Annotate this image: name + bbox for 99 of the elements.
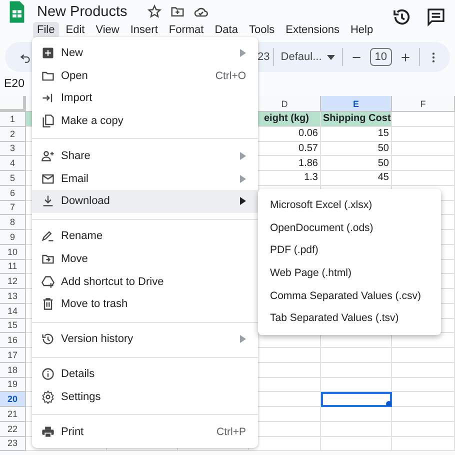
pencil-icon [41,229,55,244]
font-dropdown[interactable]: Defaul... [280,51,335,63]
table-cell[interactable]: Shipping Cost [321,112,392,127]
download-icon [41,194,55,208]
table-cell[interactable] [321,422,392,436]
history-icon [392,7,412,27]
table-cell[interactable] [321,348,392,363]
menu-item[interactable]: Download [32,190,258,213]
row-number[interactable]: 18 [0,362,26,378]
trash-icon [41,297,55,312]
table-cell[interactable]: 15 [321,126,392,142]
menu-item[interactable]: Help [346,22,378,39]
settings-icon [41,390,55,404]
document-title[interactable]: New Products [33,4,128,20]
menu-item[interactable]: Print Ctrl+P [32,420,258,444]
table-cell[interactable] [392,348,455,363]
row-number[interactable]: 14 [0,304,26,318]
menu-item[interactable]: Open Ctrl+O [32,64,258,88]
menu-item[interactable]: Move [32,248,258,270]
table-cell[interactable] [321,407,392,422]
column-header[interactable]: F [392,96,455,112]
menu-item[interactable]: Format [164,22,208,39]
number-format-button[interactable]: 23 [258,51,270,63]
menu-item[interactable]: Settings [32,386,258,408]
row-number[interactable]: 22 [0,422,26,436]
table-cell[interactable] [392,392,455,407]
row-number[interactable]: 8 [0,215,26,230]
menu-item[interactable]: Comma Separated Values (.csv) [258,284,441,307]
menu-item[interactable]: Web Page (.html) [258,262,441,284]
column-header[interactable]: E [321,96,392,112]
plus-icon [399,50,412,64]
menu-item[interactable]: Move to trash [32,292,258,316]
row-number[interactable]: 2 [0,126,26,142]
table-cell[interactable] [392,171,455,186]
table-cell[interactable] [392,156,455,171]
menu-item[interactable]: Data [210,22,242,39]
menu-item[interactable]: New [32,42,258,65]
menu-item[interactable]: Extensions [282,22,344,39]
row-number[interactable]: 9 [0,230,26,245]
table-cell[interactable] [392,362,455,378]
menu-item[interactable]: Add shortcut to Drive [32,270,258,293]
table-cell[interactable]: 50 [321,142,392,156]
printer-icon [41,425,55,440]
history-icon [41,332,55,346]
caret-icon [326,54,335,60]
menu-item[interactable]: Microsoft Excel (.xlsx) [258,194,441,217]
table-cell[interactable] [321,378,392,392]
menu-item[interactable]: Rename [32,225,258,248]
menu-item[interactable]: Version history [32,328,258,351]
table-cell[interactable] [392,436,455,452]
drive-shortcut-icon [41,274,55,289]
row-number[interactable]: 3 [0,142,26,156]
new-document-icon [41,46,55,60]
font-size-field[interactable]: 10 [370,48,392,66]
row-number[interactable]: 5 [0,171,26,186]
table-cell[interactable] [392,407,455,422]
row-number[interactable]: 21 [0,407,26,422]
select-all-corner[interactable] [0,96,26,112]
info-icon [41,367,55,382]
menu-item[interactable]: View [92,22,124,39]
row-number[interactable]: 4 [0,156,26,171]
comment-icon [426,7,446,27]
table-cell[interactable] [392,422,455,436]
menu-item[interactable]: Details [32,363,258,386]
table-cell[interactable] [321,436,392,452]
table-cell[interactable]: 50 [321,156,392,171]
menu-item[interactable]: PDF (.pdf) [258,239,441,262]
row-number[interactable]: 7 [0,200,26,216]
table-cell[interactable] [392,126,455,142]
table-cell[interactable] [392,142,455,156]
name-box[interactable]: E20 [4,78,24,90]
add-person-icon [41,149,55,164]
row-number[interactable]: 6 [0,186,26,200]
star-icon [147,4,162,19]
row-number[interactable]: 17 [0,348,26,363]
selected-cell[interactable] [321,392,392,407]
row-number[interactable]: 23 [0,436,26,452]
row-number[interactable]: 20 [0,392,26,407]
folder-icon [170,4,186,19]
menu-item[interactable]: Insert [126,22,162,39]
copy-icon [41,114,55,128]
menu-item[interactable]: Edit [62,22,89,39]
row-number[interactable]: 19 [0,378,26,392]
row-number[interactable]: 13 [0,289,26,304]
row-number[interactable]: 1 [0,112,26,127]
row-number[interactable]: 12 [0,274,26,289]
table-cell[interactable] [392,112,455,127]
move-folder-icon [41,252,55,266]
menu-item[interactable]: OpenDocument (.ods) [258,216,441,240]
table-cell[interactable] [321,362,392,378]
menu-item[interactable]: Tab Separated Values (.tsv) [258,306,441,330]
row-number[interactable]: 16 [0,333,26,348]
envelope-icon [41,172,55,186]
table-cell[interactable] [392,378,455,392]
menu-item[interactable]: Tools [244,22,279,39]
table-cell[interactable]: 45 [321,171,392,186]
row-number[interactable]: 11 [0,260,26,274]
row-number[interactable]: 15 [0,318,26,334]
row-number[interactable]: 10 [0,244,26,260]
